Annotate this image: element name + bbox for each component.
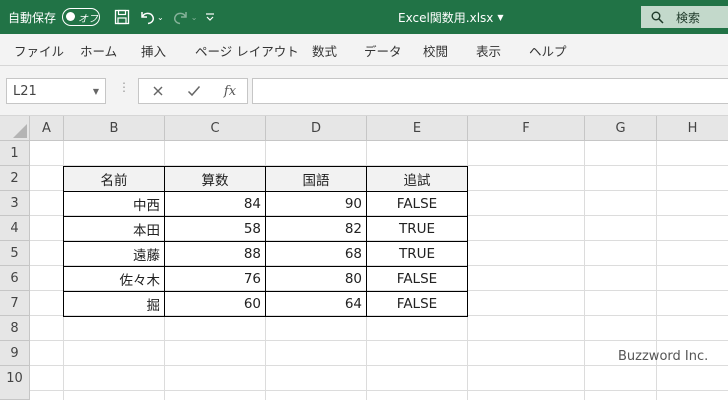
gridline bbox=[584, 141, 585, 400]
cell-name[interactable]: 本田 bbox=[64, 216, 164, 241]
table-header-math[interactable]: 算数 bbox=[165, 166, 265, 191]
tab-formulas[interactable]: 数式 bbox=[312, 34, 337, 66]
column-header-d[interactable]: D bbox=[266, 116, 367, 141]
cell-japanese[interactable]: 64 bbox=[266, 291, 366, 316]
select-all-triangle-icon bbox=[13, 124, 27, 138]
name-box-dropdown-icon[interactable]: ▼ bbox=[93, 87, 99, 96]
table-border bbox=[63, 191, 468, 192]
gridline bbox=[30, 365, 728, 366]
search-label: 検索 bbox=[676, 10, 701, 25]
formula-bar-area: L21 ▼ ⋮ fx bbox=[0, 66, 728, 116]
undo-dropdown-icon[interactable]: ⌄ bbox=[157, 13, 164, 22]
name-box-value: L21 bbox=[13, 83, 37, 99]
row-header-6[interactable]: 6 bbox=[0, 266, 30, 291]
row-header-7[interactable]: 7 bbox=[0, 291, 30, 316]
tab-review[interactable]: 校閲 bbox=[423, 34, 448, 66]
table-header-name[interactable]: 名前 bbox=[64, 166, 164, 191]
autosave-state: オフ bbox=[78, 14, 99, 25]
column-header-c[interactable]: C bbox=[165, 116, 266, 141]
select-all-corner[interactable] bbox=[0, 116, 30, 141]
file-title[interactable]: Excel関数用.xlsx ▼ bbox=[398, 0, 504, 34]
row-header-1[interactable]: 1 bbox=[0, 141, 30, 166]
redo-icon: ⌄ bbox=[172, 0, 198, 34]
table-border bbox=[63, 241, 468, 242]
table-border bbox=[63, 216, 468, 217]
drag-handle-icon[interactable]: ⋮ bbox=[118, 80, 130, 94]
row-header-8[interactable]: 8 bbox=[0, 316, 30, 341]
tab-page-layout[interactable]: ページ レイアウト bbox=[195, 34, 299, 66]
undo-icon[interactable]: ⌄ bbox=[138, 0, 164, 34]
table-border bbox=[63, 291, 468, 292]
column-header-f[interactable]: F bbox=[468, 116, 585, 141]
cell-math[interactable]: 60 bbox=[165, 291, 265, 316]
search-icon bbox=[651, 11, 664, 24]
watermark: Buzzword Inc. bbox=[618, 349, 709, 364]
tab-file[interactable]: ファイル bbox=[14, 34, 64, 66]
redo-dropdown-icon: ⌄ bbox=[190, 12, 198, 22]
cell-name[interactable]: 遠藤 bbox=[64, 241, 164, 266]
autosave-toggle[interactable]: オフ bbox=[62, 8, 101, 26]
cell-japanese[interactable]: 90 bbox=[266, 191, 366, 216]
cancel-icon[interactable] bbox=[143, 79, 173, 103]
ribbon-tabs: ファイル ホーム 挿入 ページ レイアウト 数式 データ 校閲 表示 ヘルプ bbox=[0, 34, 728, 66]
formula-buttons: fx bbox=[138, 78, 248, 104]
table-border bbox=[63, 316, 468, 317]
cell-japanese[interactable]: 68 bbox=[266, 241, 366, 266]
tab-data[interactable]: データ bbox=[364, 34, 402, 66]
cell-math[interactable]: 76 bbox=[165, 266, 265, 291]
name-box[interactable]: L21 ▼ bbox=[6, 78, 106, 104]
table-border bbox=[63, 166, 468, 167]
toggle-knob bbox=[66, 12, 76, 21]
row-header-3[interactable]: 3 bbox=[0, 191, 30, 216]
tab-help[interactable]: ヘルプ bbox=[529, 34, 567, 66]
cell-japanese[interactable]: 82 bbox=[266, 216, 366, 241]
tab-insert[interactable]: 挿入 bbox=[141, 34, 166, 66]
customize-toolbar-icon[interactable] bbox=[205, 0, 215, 34]
row-header-4[interactable]: 4 bbox=[0, 216, 30, 241]
cell-name[interactable]: 佐々木 bbox=[64, 266, 164, 291]
row-header-9[interactable]: 9 bbox=[0, 341, 30, 366]
column-header-g[interactable]: G bbox=[585, 116, 657, 141]
row-header-5[interactable]: 5 bbox=[0, 241, 30, 266]
tab-home[interactable]: ホーム bbox=[80, 34, 117, 66]
autosave-label: 自動保存 bbox=[8, 10, 57, 25]
gridline bbox=[30, 390, 728, 391]
file-name: Excel関数用.xlsx bbox=[398, 10, 494, 25]
column-header-b[interactable]: B bbox=[64, 116, 165, 141]
save-icon[interactable] bbox=[114, 0, 130, 34]
table-header-retest[interactable]: 追試 bbox=[367, 166, 467, 191]
row-header-2[interactable]: 2 bbox=[0, 166, 30, 191]
column-header-h[interactable]: H bbox=[657, 116, 728, 141]
cell-name[interactable]: 中西 bbox=[64, 191, 164, 216]
tab-view[interactable]: 表示 bbox=[476, 34, 501, 66]
column-header-a[interactable]: A bbox=[30, 116, 64, 141]
cell-retest[interactable]: TRUE bbox=[367, 241, 467, 266]
gridline bbox=[30, 340, 728, 341]
cell-retest[interactable]: FALSE bbox=[367, 191, 467, 216]
formula-input[interactable] bbox=[252, 78, 728, 104]
cell-japanese[interactable]: 80 bbox=[266, 266, 366, 291]
insert-function-icon[interactable]: fx bbox=[215, 79, 245, 103]
chevron-down-icon: ▼ bbox=[497, 12, 504, 22]
cell-retest[interactable]: TRUE bbox=[367, 216, 467, 241]
cell-retest[interactable]: FALSE bbox=[367, 291, 467, 316]
cell-retest[interactable]: FALSE bbox=[367, 266, 467, 291]
enter-check-icon[interactable] bbox=[179, 79, 209, 103]
cell-math[interactable]: 88 bbox=[165, 241, 265, 266]
title-bar: 自動保存 オフ ⌄ ⌄ Excel関数用.xlsx ▼ 検索 bbox=[0, 0, 728, 34]
cell-math[interactable]: 58 bbox=[165, 216, 265, 241]
table-header-japanese[interactable]: 国語 bbox=[266, 166, 366, 191]
column-header-e[interactable]: E bbox=[367, 116, 468, 141]
table-border bbox=[63, 266, 468, 267]
search-box[interactable]: 検索 bbox=[641, 6, 728, 28]
cell-name[interactable]: 掘 bbox=[64, 291, 164, 316]
cell-math[interactable]: 84 bbox=[165, 191, 265, 216]
row-header-10[interactable]: 10 bbox=[0, 366, 30, 400]
